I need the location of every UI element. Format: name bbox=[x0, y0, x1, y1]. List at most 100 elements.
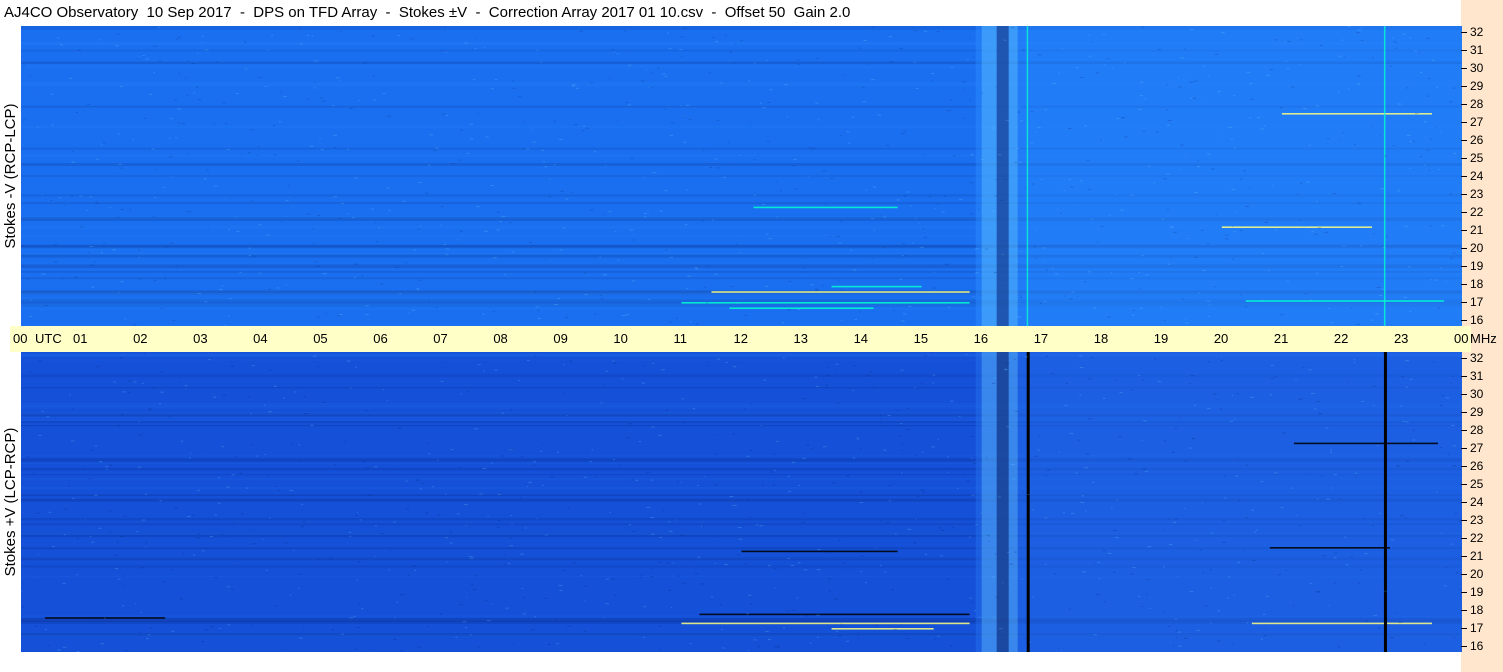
noise-speckle bbox=[1447, 453, 1450, 455]
noise-speckle bbox=[1208, 315, 1211, 317]
noise-speckle bbox=[810, 447, 812, 449]
noise-speckle bbox=[169, 156, 173, 158]
noise-speckle bbox=[435, 147, 439, 149]
noise-speckle bbox=[1445, 280, 1447, 282]
noise-speckle bbox=[188, 457, 191, 459]
noise-speckle bbox=[1399, 405, 1403, 407]
noise-speckle bbox=[532, 141, 536, 143]
noise-speckle bbox=[888, 36, 893, 38]
noise-speckle bbox=[1192, 97, 1197, 99]
noise-speckle bbox=[729, 495, 734, 497]
noise-speckle bbox=[530, 629, 535, 631]
noise-speckle bbox=[1246, 622, 1249, 624]
noise-speckle bbox=[1395, 47, 1397, 49]
noise-speckle bbox=[1054, 573, 1056, 575]
noise-speckle bbox=[1018, 106, 1021, 108]
noise-speckle bbox=[962, 81, 967, 83]
noise-speckle bbox=[969, 182, 974, 184]
noise-speckle bbox=[1305, 473, 1308, 475]
noise-speckle bbox=[457, 239, 460, 241]
noise-speckle bbox=[932, 287, 937, 289]
noise-speckle bbox=[117, 216, 120, 218]
frequency-tick-label: 25 bbox=[1470, 151, 1484, 165]
noise-speckle bbox=[202, 35, 205, 37]
noise-speckle bbox=[203, 178, 207, 180]
frequency-tick-label: 31 bbox=[1470, 43, 1484, 57]
noise-speckle bbox=[891, 589, 895, 591]
noise-speckle bbox=[817, 549, 821, 551]
noise-speckle bbox=[1309, 583, 1313, 585]
noise-speckle bbox=[1229, 420, 1233, 422]
frequency-axis-top: 32 31 30 29 28 27 26 25 24 23 22 21 20 19 18 17 16 bbox=[1461, 26, 1503, 326]
noise-speckle bbox=[138, 434, 143, 436]
noise-speckle bbox=[1375, 313, 1379, 315]
noise-speckle bbox=[468, 556, 473, 558]
noise-speckle bbox=[1414, 113, 1419, 115]
noise-speckle bbox=[915, 217, 917, 219]
noise-speckle bbox=[949, 645, 953, 647]
noise-speckle bbox=[717, 540, 719, 542]
dark-column bbox=[996, 26, 1009, 326]
noise-speckle bbox=[959, 199, 963, 201]
noise-speckle bbox=[784, 84, 788, 86]
noise-speckle bbox=[1381, 288, 1385, 290]
noise-speckle bbox=[630, 157, 634, 159]
noise-speckle bbox=[1202, 65, 1206, 67]
noise-speckle bbox=[840, 623, 842, 625]
noise-speckle bbox=[1260, 638, 1263, 640]
noise-speckle bbox=[1185, 322, 1189, 324]
frequency-tick bbox=[1461, 502, 1467, 503]
noise-speckle bbox=[1040, 178, 1043, 180]
noise-speckle bbox=[136, 531, 139, 533]
noise-speckle bbox=[149, 149, 151, 151]
noise-speckle bbox=[1163, 610, 1165, 612]
noise-speckle bbox=[1075, 472, 1078, 474]
frequency-tick bbox=[1461, 86, 1467, 87]
noise-speckle bbox=[419, 225, 422, 227]
noise-speckle bbox=[988, 540, 990, 542]
noise-speckle bbox=[603, 617, 605, 619]
noise-speckle bbox=[980, 513, 983, 515]
noise-speckle bbox=[1206, 153, 1211, 155]
noise-speckle bbox=[650, 516, 655, 518]
noise-speckle bbox=[733, 62, 735, 64]
noise-speckle bbox=[1130, 573, 1134, 575]
noise-speckle bbox=[1065, 382, 1069, 384]
noise-speckle bbox=[1290, 86, 1295, 88]
noise-speckle bbox=[1162, 566, 1165, 568]
noise-speckle bbox=[167, 415, 171, 417]
noise-speckle bbox=[296, 160, 300, 162]
noise-speckle bbox=[902, 242, 905, 244]
noise-speckle bbox=[834, 373, 836, 375]
noise-speckle bbox=[1376, 286, 1381, 288]
noise-speckle bbox=[196, 537, 201, 539]
rfi-streak bbox=[729, 307, 874, 309]
noise-speckle bbox=[565, 316, 569, 318]
noise-speckle bbox=[221, 285, 224, 287]
noise-speckle bbox=[1020, 296, 1022, 298]
noise-speckle bbox=[74, 276, 78, 278]
noise-speckle bbox=[1206, 300, 1211, 302]
noise-speckle bbox=[590, 82, 594, 84]
noise-speckle bbox=[168, 137, 171, 139]
noise-speckle bbox=[1113, 529, 1117, 531]
noise-speckle bbox=[248, 247, 251, 249]
noise-speckle bbox=[1398, 622, 1403, 624]
noise-speckle bbox=[46, 416, 50, 418]
noise-speckle bbox=[1064, 295, 1066, 297]
noise-speckle bbox=[1031, 111, 1034, 113]
noise-speckle bbox=[1081, 495, 1085, 497]
utc-tick-label: 00 bbox=[1454, 331, 1469, 346]
noise-speckle bbox=[1196, 629, 1201, 631]
noise-speckle bbox=[508, 222, 512, 224]
noise-speckle bbox=[1166, 109, 1169, 111]
noise-speckle bbox=[196, 86, 199, 88]
noise-speckle bbox=[1031, 509, 1035, 511]
noise-speckle bbox=[600, 298, 605, 300]
noise-speckle bbox=[1437, 307, 1441, 309]
noise-speckle bbox=[108, 510, 112, 512]
noise-speckle bbox=[543, 443, 545, 445]
noise-speckle bbox=[853, 365, 856, 367]
noise-speckle bbox=[643, 606, 646, 608]
noise-speckle bbox=[518, 380, 521, 382]
